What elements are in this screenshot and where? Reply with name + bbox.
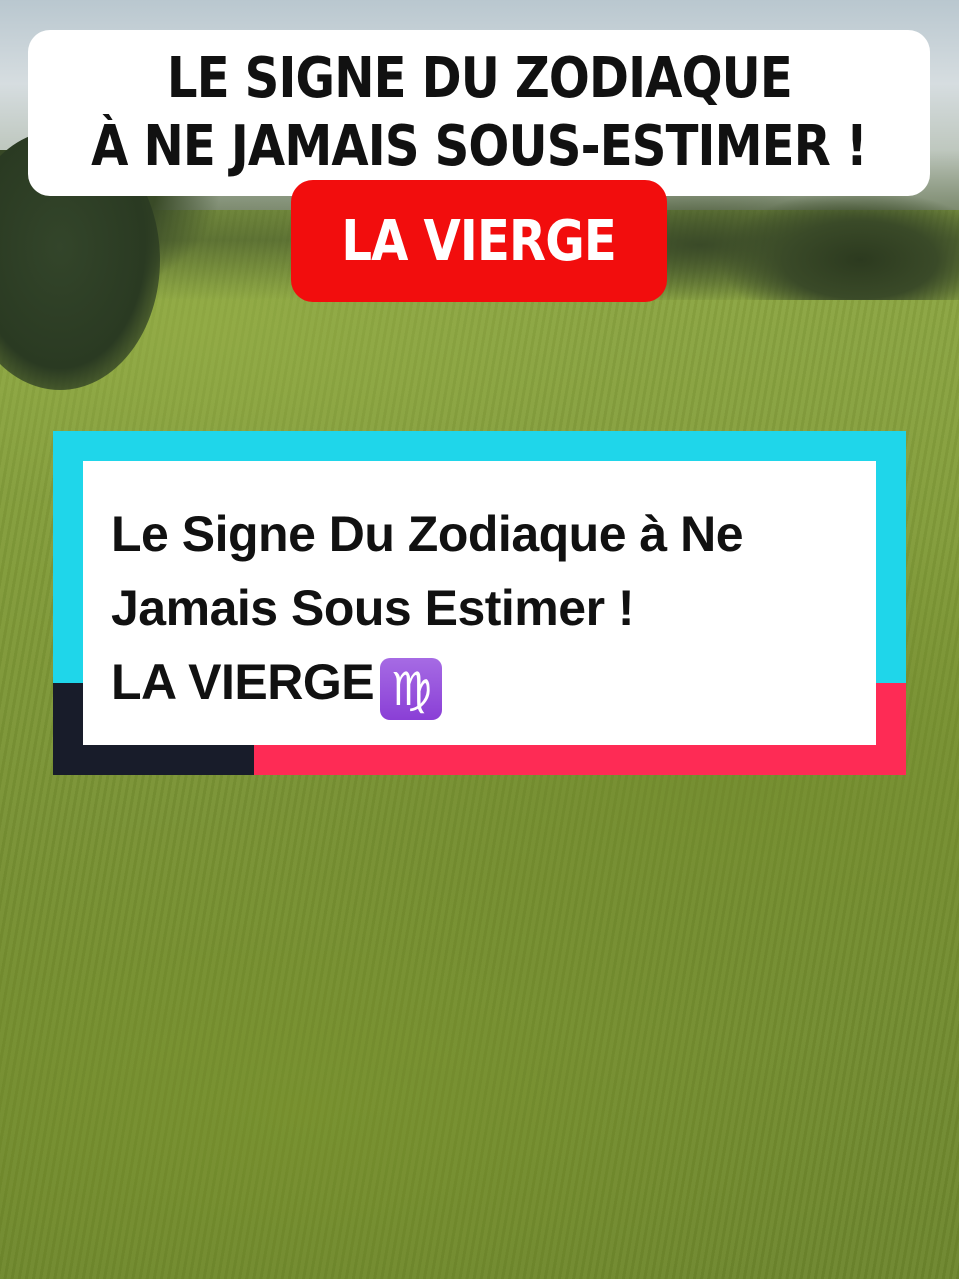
caption-line-1: Le Signe Du Zodiaque à Ne <box>111 506 744 562</box>
overlay-badge: LA VIERGE <box>291 180 667 302</box>
overlay-title-line-2: À NE JAMAIS SOUS-ESTIMER ! <box>91 114 868 179</box>
overlay-title-box: LE SIGNE DU ZODIAQUE À NE JAMAIS SOUS-ES… <box>28 30 930 196</box>
overlay-title-line-1: LE SIGNE DU ZODIAQUE <box>166 46 792 111</box>
caption-line-3: LA VIERGE <box>111 654 375 710</box>
caption-line-2: Jamais Sous Estimer ! <box>111 580 635 636</box>
overlay-badge-label: LA VIERGE <box>341 208 617 274</box>
caption-card: Le Signe Du Zodiaque à Ne Jamais Sous Es… <box>83 461 876 745</box>
caption-line-3-wrap: LA VIERGE ♍ <box>111 645 848 720</box>
caption-card-frame: Le Signe Du Zodiaque à Ne Jamais Sous Es… <box>53 431 906 775</box>
virgo-zodiac-icon: ♍ <box>380 658 443 720</box>
video-frame: LE SIGNE DU ZODIAQUE À NE JAMAIS SOUS-ES… <box>0 0 959 1279</box>
